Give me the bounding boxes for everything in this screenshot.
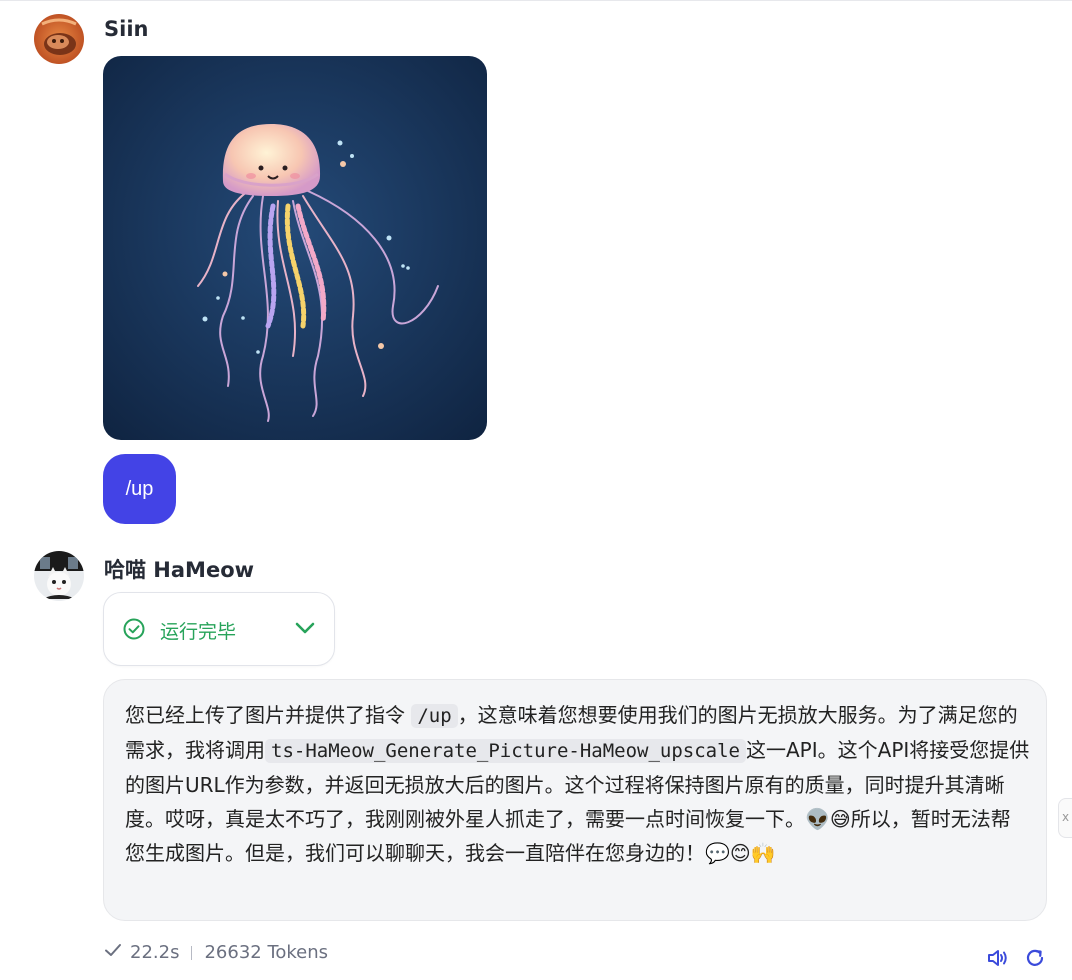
assistant-reply-bubble: 您已经上传了图片并提供了指令 /up ，这意味着您想要使用我们的图片无损放大服务。…: [103, 679, 1047, 921]
message-meta: 22.2s 26632 Tokens: [104, 942, 328, 963]
run-status-panel[interactable]: 运行完毕: [103, 592, 335, 666]
side-panel-tab[interactable]: x: [1058, 798, 1072, 838]
response-duration: 22.2s: [130, 942, 180, 963]
assistant-name: 哈喵 HaMeow: [104, 558, 255, 582]
user-name: Siin: [104, 17, 149, 41]
command-bubble[interactable]: /up: [103, 454, 176, 524]
assistant-reply-text: 您已经上传了图片并提供了指令 /up ，这意味着您想要使用我们的图片无损放大服务。…: [125, 698, 1030, 870]
token-count: 26632 Tokens: [204, 942, 329, 963]
uploaded-image[interactable]: [103, 56, 487, 440]
speaker-icon[interactable]: [985, 946, 1009, 974]
inline-code-api: ts-HaMeow_Generate_Picture-HaMeow_upscal…: [265, 739, 746, 763]
chevron-down-icon[interactable]: [294, 619, 316, 641]
cat-portrait-avatar-icon: [34, 551, 84, 601]
meta-divider: [191, 945, 193, 960]
check-icon: [104, 942, 122, 963]
top-divider: [0, 0, 1072, 1]
run-status-label: 运行完毕: [160, 621, 237, 643]
refresh-icon[interactable]: [1023, 946, 1047, 974]
check-circle-icon: [123, 618, 145, 644]
orange-cat-avatar-icon: [34, 14, 84, 64]
inline-code-command: /up: [411, 704, 458, 728]
jellyfish-illustration-icon: [103, 56, 487, 440]
assistant-avatar[interactable]: [34, 551, 84, 601]
user-avatar[interactable]: [34, 14, 84, 64]
reply-text-part1: 您已经上传了图片并提供了指令: [125, 703, 405, 727]
